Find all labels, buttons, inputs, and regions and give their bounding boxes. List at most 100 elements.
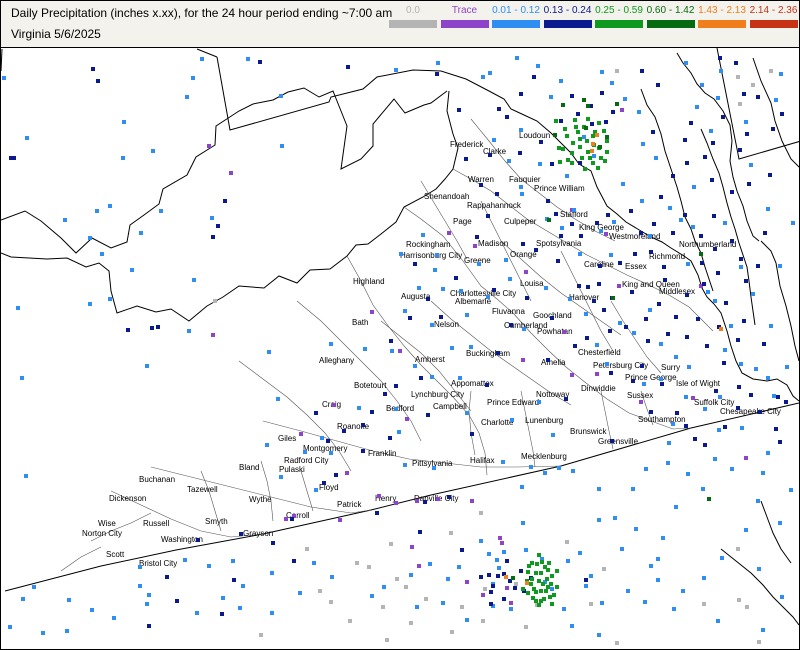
- county-label: Wythe: [249, 495, 272, 504]
- station-marker: [479, 539, 483, 543]
- station-marker: [418, 530, 422, 534]
- station-marker: [546, 585, 550, 589]
- station-marker: [663, 278, 667, 282]
- county-label: Middlesex: [659, 287, 695, 296]
- map-header: Daily Precipitation (inches x.xx), for t…: [1, 1, 799, 48]
- station-marker: [544, 286, 548, 290]
- station-marker: [707, 497, 711, 501]
- station-marker: [514, 582, 518, 586]
- station-marker: [762, 342, 766, 346]
- station-marker: [610, 81, 614, 85]
- station-marker: [769, 69, 773, 73]
- station-marker: [530, 577, 534, 581]
- station-marker: [685, 293, 689, 297]
- station-marker: [524, 270, 528, 274]
- station-marker: [504, 258, 508, 262]
- station-marker: [561, 103, 565, 107]
- station-marker: [591, 142, 595, 146]
- station-marker: [571, 141, 575, 145]
- station-marker: [699, 252, 703, 256]
- station-marker: [405, 417, 409, 421]
- station-marker: [497, 107, 501, 111]
- station-marker: [737, 598, 741, 602]
- station-marker: [565, 540, 569, 544]
- station-marker: [778, 521, 782, 525]
- legend-swatch: [440, 20, 489, 28]
- station-marker: [604, 120, 608, 124]
- station-marker: [716, 619, 720, 623]
- station-marker: [95, 209, 99, 213]
- station-marker: [509, 607, 513, 611]
- station-marker: [666, 461, 670, 465]
- county-label: Sussex: [627, 391, 653, 400]
- station-marker: [415, 499, 419, 503]
- station-marker: [539, 589, 543, 593]
- station-marker: [481, 619, 485, 623]
- station-marker: [656, 578, 660, 582]
- county-label: Alleghany: [319, 356, 354, 365]
- legend-swatch: [389, 20, 437, 28]
- station-marker: [580, 156, 584, 160]
- station-marker: [211, 235, 215, 239]
- station-marker: [634, 527, 638, 531]
- station-marker: [589, 602, 593, 606]
- station-marker: [175, 599, 179, 603]
- station-marker: [623, 97, 627, 101]
- station-marker: [290, 517, 294, 521]
- station-marker: [130, 268, 134, 272]
- station-marker: [481, 593, 485, 597]
- station-marker: [543, 565, 547, 569]
- county-label: Page: [453, 217, 472, 226]
- station-marker: [479, 575, 483, 579]
- station-marker: [597, 487, 601, 491]
- county-label: Montgomery: [303, 444, 347, 453]
- station-marker: [566, 158, 570, 162]
- station-marker: [108, 204, 112, 208]
- station-marker: [618, 261, 622, 265]
- county-label: Powhatan: [537, 327, 573, 336]
- station-marker: [706, 290, 710, 294]
- station-marker: [700, 83, 704, 87]
- station-marker: [539, 599, 543, 603]
- station-marker: [599, 229, 603, 233]
- county-label: Giles: [278, 434, 296, 443]
- station-marker: [229, 171, 233, 175]
- station-marker: [361, 423, 365, 427]
- legend-label: 0.0: [406, 5, 420, 16]
- station-marker: [595, 133, 599, 137]
- station-marker: [426, 413, 430, 417]
- county-label: Westmoreland: [609, 232, 660, 241]
- station-marker: [357, 406, 361, 410]
- station-marker: [464, 157, 468, 161]
- station-marker: [709, 129, 713, 133]
- station-marker: [496, 351, 500, 355]
- station-marker: [597, 633, 601, 637]
- station-marker: [685, 335, 689, 339]
- station-marker: [711, 141, 715, 145]
- station-marker: [428, 562, 432, 566]
- station-marker: [712, 214, 716, 218]
- station-marker: [672, 607, 676, 611]
- station-marker: [413, 262, 417, 266]
- station-marker: [191, 76, 195, 80]
- station-marker: [702, 576, 706, 580]
- station-marker: [723, 348, 727, 352]
- station-marker: [642, 382, 646, 386]
- station-marker: [232, 578, 236, 582]
- station-marker: [675, 411, 679, 415]
- station-marker: [479, 511, 483, 515]
- station-marker: [640, 364, 644, 368]
- station-marker: [454, 276, 458, 280]
- legend-label: 0.25 - 0.59: [595, 5, 643, 16]
- station-marker: [271, 541, 275, 545]
- station-marker: [403, 463, 407, 467]
- station-marker: [701, 487, 705, 491]
- station-marker: [791, 221, 795, 225]
- county-label: Dinwiddie: [581, 384, 616, 393]
- station-marker: [730, 467, 734, 471]
- station-marker: [312, 561, 316, 565]
- station-marker: [447, 231, 451, 235]
- station-marker: [126, 328, 130, 332]
- station-marker: [738, 148, 742, 152]
- station-marker: [524, 625, 528, 629]
